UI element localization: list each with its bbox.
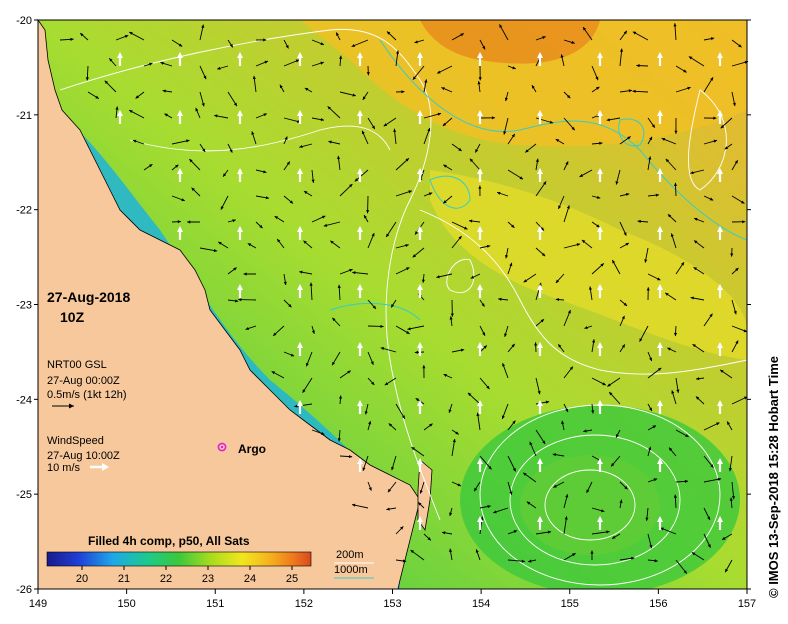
colorbar-tick-label: 23 <box>202 573 214 585</box>
x-tick-label: 156 <box>649 598 667 610</box>
x-tick-label: 155 <box>561 598 579 610</box>
colorbar-tick-label: 20 <box>76 573 88 585</box>
y-tick-label: -25 <box>16 489 32 501</box>
x-axis-ticks: 149 150 151 152 153 154 155 156 157 <box>29 589 756 610</box>
x-tick-label: 150 <box>117 598 135 610</box>
colorbar-tick-label: 22 <box>160 573 172 585</box>
x-tick-label: 153 <box>383 598 401 610</box>
wind-label: WindSpeed <box>47 435 104 447</box>
date-label: 27-Aug-2018 <box>47 289 130 305</box>
x-tick-label: 152 <box>295 598 313 610</box>
y-tick-label: -21 <box>16 110 32 122</box>
y-tick-label: -20 <box>16 15 32 27</box>
x-tick-label: 154 <box>472 598 490 610</box>
y-tick-label: -22 <box>16 205 32 217</box>
x-tick-label: 157 <box>738 598 756 610</box>
x-tick-label: 149 <box>29 598 47 610</box>
contour-label-200m: 200m <box>336 549 364 561</box>
colorbar-title: Filled 4h comp, p50, All Sats <box>88 534 250 548</box>
argo-label: Argo <box>238 442 266 456</box>
time-label: 10Z <box>60 309 85 325</box>
sst-map: 149 150 151 152 153 154 155 156 157 -20 -21 -22 -23… <box>16 15 781 610</box>
y-tick-label: -26 <box>16 584 32 596</box>
currents-scale: 0.5m/s (1kt 12h) <box>47 389 126 401</box>
colorbar-tick-label: 24 <box>244 573 256 585</box>
x-tick-label: 151 <box>206 598 224 610</box>
colorbar-tick-label: 21 <box>118 573 130 585</box>
credit-text: © IMOS 13-Sep-2018 15:28 Hobart Time <box>766 356 781 598</box>
currents-timestamp: 27-Aug 00:00Z <box>47 375 120 387</box>
colorbar-tick-label: 25 <box>286 573 298 585</box>
wind-scale: 10 m/s <box>47 462 81 474</box>
y-tick-label: -24 <box>16 394 32 406</box>
wind-timestamp: 27-Aug 10:00Z <box>47 450 120 462</box>
y-tick-label: -23 <box>16 300 32 312</box>
contour-label-1000m: 1000m <box>334 564 368 576</box>
colorbar <box>46 551 312 567</box>
currents-source: NRT00 GSL <box>47 359 107 371</box>
